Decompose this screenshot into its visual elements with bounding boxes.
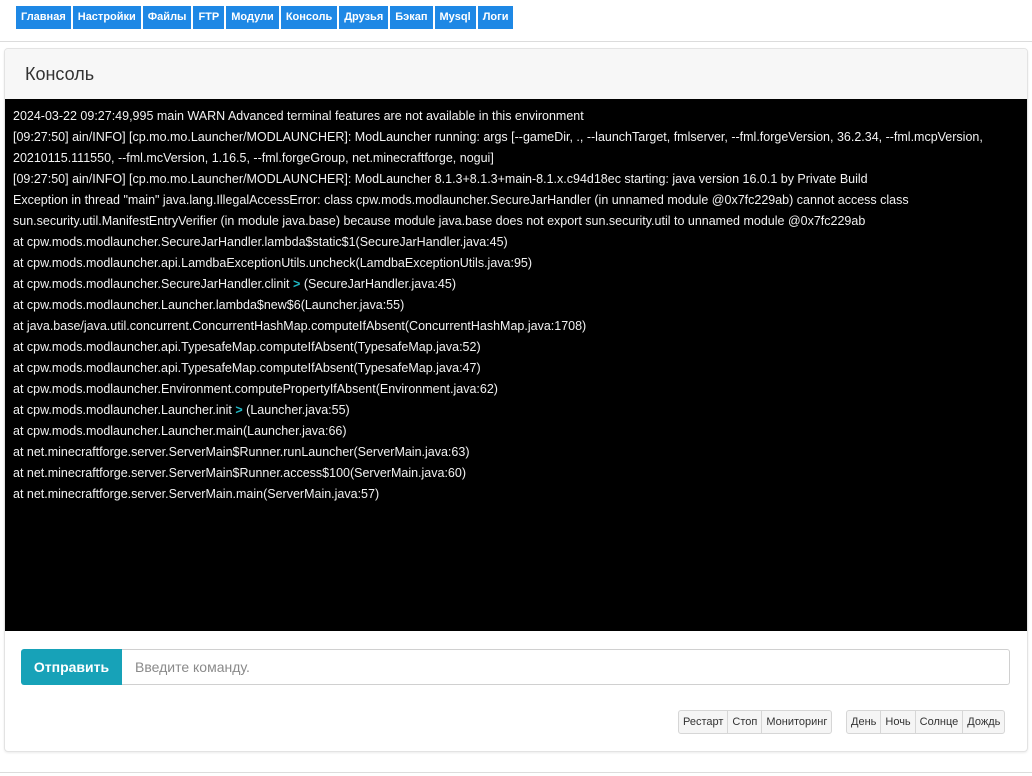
console-line: at cpw.mods.modlauncher.api.TypesafeMap.…	[13, 340, 481, 354]
page-title: Консоль	[25, 64, 95, 84]
sun-button[interactable]: Солнце	[914, 710, 964, 734]
nav-item-settings[interactable]: Настройки	[72, 6, 141, 29]
arrow-marker: >	[293, 277, 301, 291]
console-line: at net.minecraftforge.server.ServerMain$…	[13, 445, 470, 459]
panel-header: Консоль	[5, 49, 1027, 100]
nav-item-friends[interactable]: Друзья	[339, 6, 389, 29]
day-button[interactable]: День	[846, 710, 882, 734]
console-line: [09:27:50] ain/INFO] [cp.mo.mo.Launcher/…	[13, 172, 868, 186]
console-line: Exception in thread "main" java.lang.Ill…	[13, 193, 913, 228]
night-button[interactable]: Ночь	[880, 710, 916, 734]
console-line: at net.minecraftforge.server.ServerMain.…	[13, 487, 380, 501]
console-line-text: at cpw.mods.modlauncher.SecureJarHandler…	[13, 277, 290, 291]
console-line: at cpw.mods.modlauncher.SecureJarHandler…	[13, 235, 508, 249]
restart-button[interactable]: Рестарт	[678, 710, 729, 734]
world-controls: День Ночь Солнце Дождь	[846, 710, 1006, 734]
console-panel: Консоль 2024-03-22 09:27:49,995 main WAR…	[4, 48, 1028, 752]
command-input[interactable]	[122, 649, 1010, 685]
console-line: [09:27:50] ain/INFO] [cp.mo.mo.Launcher/…	[13, 130, 987, 165]
console-line-text: (Launcher.java:55)	[246, 403, 350, 417]
nav-item-backup[interactable]: Бэкап	[390, 6, 433, 29]
console-line-text: at cpw.mods.modlauncher.Launcher.init	[13, 403, 232, 417]
nav-item-home[interactable]: Главная	[16, 6, 71, 29]
console-line: at java.base/java.util.concurrent.Concur…	[13, 319, 587, 333]
console-line: at cpw.mods.modlauncher.Launcher.main(La…	[13, 424, 347, 438]
rain-button[interactable]: Дождь	[962, 710, 1006, 734]
top-navbar: Главная Настройки Файлы FTP Модули Консо…	[0, 0, 1032, 42]
nav-item-files[interactable]: Файлы	[142, 6, 192, 29]
server-controls: Рестарт Стоп Мониторинг	[678, 710, 833, 734]
send-button[interactable]: Отправить	[21, 649, 122, 685]
nav-item-mysql[interactable]: Mysql	[434, 6, 476, 29]
nav-item-ftp[interactable]: FTP	[193, 6, 225, 29]
footer-divider	[0, 772, 1032, 773]
console-line: at cpw.mods.modlauncher.api.TypesafeMap.…	[13, 361, 481, 375]
console-line: at cpw.mods.modlauncher.api.LamdbaExcept…	[13, 256, 533, 270]
console-output[interactable]: 2024-03-22 09:27:49,995 main WARN Advanc…	[5, 99, 1027, 631]
nav-item-logs[interactable]: Логи	[477, 6, 514, 29]
nav-item-modules[interactable]: Модули	[226, 6, 279, 29]
console-line: at cpw.mods.modlauncher.Environment.comp…	[13, 382, 498, 396]
console-line: at cpw.mods.modlauncher.Launcher.init > …	[13, 400, 1019, 421]
console-line-text: (SecureJarHandler.java:45)	[303, 277, 456, 291]
stop-button[interactable]: Стоп	[727, 710, 763, 734]
nav-item-console[interactable]: Консоль	[280, 6, 338, 29]
main-nav: Главная Настройки Файлы FTP Модули Консо…	[16, 6, 514, 29]
arrow-marker: >	[235, 403, 243, 417]
console-line: at cpw.mods.modlauncher.SecureJarHandler…	[13, 274, 1019, 295]
console-line: at cpw.mods.modlauncher.Launcher.lambda$…	[13, 298, 405, 312]
console-line: at net.minecraftforge.server.ServerMain$…	[13, 466, 466, 480]
monitoring-button[interactable]: Мониторинг	[761, 710, 833, 734]
command-bar: Отправить	[21, 649, 1010, 685]
console-line: 2024-03-22 09:27:49,995 main WARN Advanc…	[13, 109, 584, 123]
